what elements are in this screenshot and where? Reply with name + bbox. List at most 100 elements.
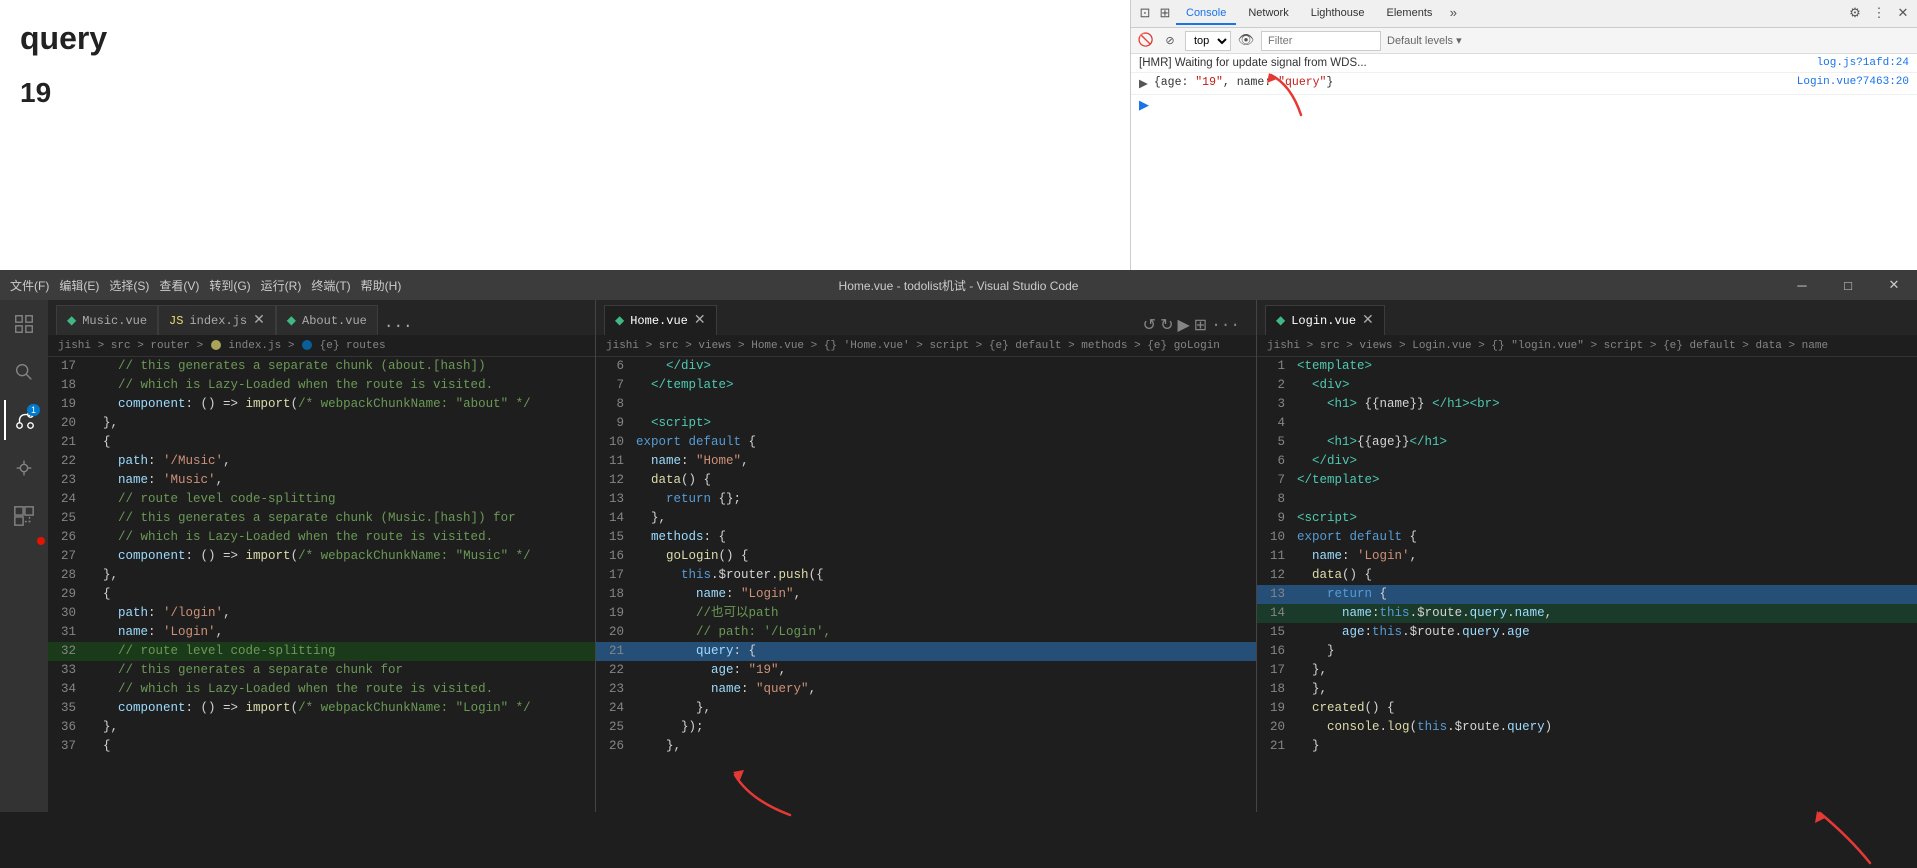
menu-file[interactable]: 文件(F)	[10, 277, 49, 294]
tab-console[interactable]: Console	[1176, 3, 1236, 25]
code-area-middle: 6 </div> 7 </template> 8 9 <script> 10ex…	[596, 357, 1256, 812]
obj-source[interactable]: Login.vue?7463:20	[1797, 76, 1909, 88]
code-line-return: 13 return {	[1257, 585, 1917, 604]
code-line: 7</template>	[1257, 471, 1917, 490]
tab-network[interactable]: Network	[1238, 3, 1298, 25]
menu-help[interactable]: 帮助(H)	[361, 277, 402, 294]
code-line: 28 },	[48, 566, 595, 585]
tab-bar-middle: ◆ Home.vue ✕ ↺ ↻ ▶ ⊞ ···	[596, 300, 1256, 335]
code-line: 33 // this generates a separate chunk fo…	[48, 661, 595, 680]
tab-close-index[interactable]: ✕	[253, 312, 265, 329]
code-line: 12 data() {	[596, 471, 1256, 490]
code-line: 12 data() {	[1257, 566, 1917, 585]
code-line: 6 </div>	[596, 357, 1256, 376]
code-line: 10export default {	[596, 433, 1256, 452]
activity-debug[interactable]	[4, 448, 44, 488]
activity-bar: 1	[0, 300, 48, 812]
menu-view[interactable]: 查看(V)	[159, 277, 199, 294]
activity-explorer[interactable]	[4, 304, 44, 344]
tab-close-home[interactable]: ✕	[694, 312, 706, 329]
code-line: 20 },	[48, 414, 595, 433]
more-tabs-left[interactable]: ···	[378, 317, 419, 335]
code-line: 9 <script>	[596, 414, 1256, 433]
more-actions-icon[interactable]: ···	[1211, 316, 1240, 334]
default-levels-label: Default levels ▾	[1387, 34, 1462, 47]
number-label: 19	[0, 67, 1130, 119]
vue-icon-login: ◆	[1276, 313, 1285, 328]
code-line: 10export default {	[1257, 528, 1917, 547]
hmr-text: [HMR] Waiting for update signal from WDS…	[1139, 57, 1367, 69]
code-area-right: 1<template> 2 <div> 3 <h1> {{name}} </h1…	[1257, 357, 1917, 812]
code-line-query: 21 query: {	[596, 642, 1256, 661]
activity-search[interactable]	[4, 352, 44, 392]
code-line: 18 // which is Lazy-Loaded when the rout…	[48, 376, 595, 395]
eye-icon[interactable]: 👁	[1237, 32, 1255, 50]
filter-input[interactable]	[1261, 31, 1381, 51]
devtools-more-tabs[interactable]: »	[1444, 5, 1462, 23]
code-line: 17 this.$router.push({	[596, 566, 1256, 585]
close-devtools-icon[interactable]: ✕	[1894, 5, 1912, 23]
expand-arrow[interactable]: ▶	[1139, 76, 1148, 91]
code-line: 26 },	[596, 737, 1256, 756]
browser-preview: query 19	[0, 0, 1130, 270]
tab-index-js[interactable]: JS index.js ✕	[158, 305, 276, 335]
js-icon: JS	[169, 314, 183, 328]
code-area-left: 17 // this generates a separate chunk (a…	[48, 357, 595, 812]
tab-about-vue[interactable]: ◆ About.vue	[276, 305, 378, 335]
close-button[interactable]: ✕	[1871, 270, 1917, 300]
clear-console-icon[interactable]: 🚫	[1137, 32, 1155, 50]
tab-lighthouse[interactable]: Lighthouse	[1301, 3, 1375, 25]
tab-home-vue[interactable]: ◆ Home.vue ✕	[604, 305, 717, 335]
history-back-icon[interactable]: ↺	[1143, 315, 1156, 335]
code-line: 1<template>	[1257, 357, 1917, 376]
tab-close-login[interactable]: ✕	[1362, 312, 1374, 329]
more-options-icon[interactable]: ⋮	[1870, 5, 1888, 23]
vue-icon-about: ◆	[287, 313, 296, 328]
tab-music-vue[interactable]: ◆ Music.vue	[56, 305, 158, 335]
code-line: 16 }	[1257, 642, 1917, 661]
code-line: 17 },	[1257, 661, 1917, 680]
code-line: 13 return {};	[596, 490, 1256, 509]
menu-run[interactable]: 运行(R)	[261, 277, 302, 294]
breadcrumb-right: jishi > src > views > Login.vue > {} "lo…	[1257, 335, 1917, 357]
code-line-highlighted: 32 // route level code-splitting	[48, 642, 595, 661]
menu-edit[interactable]: 编辑(E)	[59, 277, 99, 294]
console-obj-text: {age: "19", name: "query"}	[1154, 76, 1333, 89]
vue-icon-home: ◆	[615, 313, 624, 328]
devtools-dock-icon[interactable]: ⊡	[1136, 5, 1154, 23]
code-line: 29 {	[48, 585, 595, 604]
tab-elements[interactable]: Elements	[1377, 3, 1443, 25]
tab-label-about: About.vue	[302, 314, 367, 328]
minimize-button[interactable]: ─	[1779, 270, 1825, 300]
activity-scm[interactable]: 1	[4, 400, 44, 440]
breadcrumb-left: jishi > src > router > index.js > {e} ro…	[48, 335, 595, 357]
code-line: 3 <h1> {{name}} </h1><br>	[1257, 395, 1917, 414]
history-fwd-icon[interactable]: ↻	[1160, 315, 1173, 335]
tab-label-music: Music.vue	[82, 314, 147, 328]
maximize-button[interactable]: □	[1825, 270, 1871, 300]
tab-bar-right: ◆ Login.vue ✕	[1257, 300, 1917, 335]
hmr-source[interactable]: log.js?1afd:24	[1817, 57, 1909, 69]
devtools-undock-icon[interactable]: ⊞	[1156, 5, 1174, 23]
code-line: 11 name: 'Login',	[1257, 547, 1917, 566]
javascript-context-select[interactable]: top	[1185, 31, 1231, 51]
editor-container: ◆ Music.vue JS index.js ✕ ◆ About.vue ··…	[48, 300, 1917, 812]
run-icon[interactable]: ▶	[1177, 315, 1189, 335]
menu-terminal[interactable]: 终端(T)	[311, 277, 350, 294]
tab-login-vue[interactable]: ◆ Login.vue ✕	[1265, 305, 1385, 335]
activity-extensions[interactable]	[4, 496, 44, 536]
editor-pane-middle: ◆ Home.vue ✕ ↺ ↻ ▶ ⊞ ··· jishi > src > v…	[596, 300, 1257, 812]
split-icon[interactable]: ⊞	[1194, 315, 1207, 335]
menu-select[interactable]: 选择(S)	[109, 277, 149, 294]
console-output: [HMR] Waiting for update signal from WDS…	[1131, 54, 1917, 270]
menu-goto[interactable]: 转到(G)	[209, 277, 250, 294]
code-line: 36 },	[48, 718, 595, 737]
devtools-actions: ⚙ ⋮ ✕	[1846, 5, 1912, 23]
preserve-log-icon[interactable]: ⊘	[1161, 32, 1179, 50]
code-line: 17 // this generates a separate chunk (a…	[48, 357, 595, 376]
window-controls: ─ □ ✕	[1779, 270, 1917, 300]
code-line: 18 },	[1257, 680, 1917, 699]
code-line: 31 name: 'Login',	[48, 623, 595, 642]
breadcrumb-left-text: jishi > src > router > index.js > {e} ro…	[58, 339, 386, 352]
settings-icon[interactable]: ⚙	[1846, 5, 1864, 23]
